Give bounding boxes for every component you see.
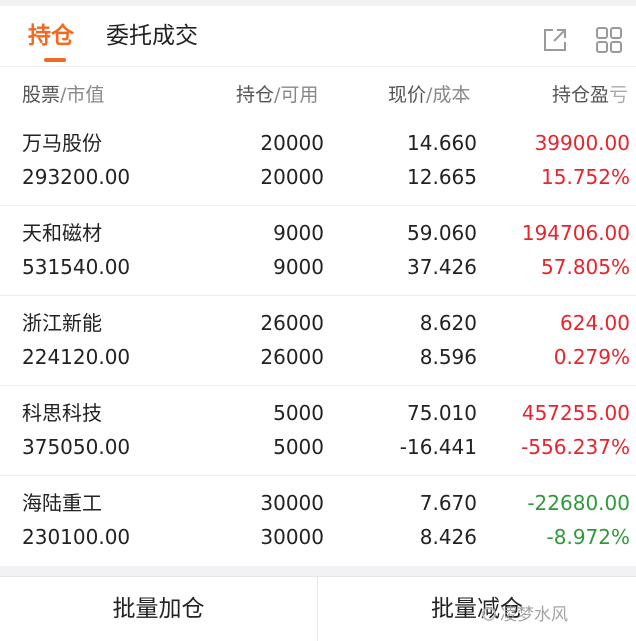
- available-qty: 20000: [260, 165, 324, 189]
- current-price: 59.060: [407, 221, 477, 245]
- pnl-percent: 0.279%: [553, 345, 630, 369]
- column-header: 股票/市值 持仓/可用 现价/成本 持仓盈亏: [0, 66, 636, 116]
- pnl-percent: -8.972%: [546, 525, 630, 549]
- position-qty: 20000: [260, 131, 324, 155]
- pnl-amount: -22680.00: [527, 491, 630, 515]
- holding-row[interactable]: 浙江新能 224120.00 26000 26000 8.620 8.596 6…: [0, 296, 636, 386]
- market-value: 230100.00: [22, 525, 131, 549]
- cost-price: 8.426: [419, 525, 477, 549]
- position-qty: 5000: [273, 401, 324, 425]
- available-qty: 26000: [260, 345, 324, 369]
- market-value: 531540.00: [22, 255, 131, 279]
- cost-price: 37.426: [407, 255, 477, 279]
- pnl-amount: 39900.00: [534, 131, 630, 155]
- available-qty: 30000: [260, 525, 324, 549]
- cost-price: -16.441: [399, 435, 477, 459]
- current-price: 75.010: [407, 401, 477, 425]
- holding-row[interactable]: 天和磁材 531540.00 9000 9000 59.060 37.426 1…: [0, 206, 636, 296]
- pnl-percent: 15.752%: [541, 165, 630, 189]
- tab-active-indicator: [44, 58, 66, 62]
- stock-name: 海陆重工: [22, 491, 102, 515]
- pnl-amount: 457255.00: [521, 401, 630, 425]
- available-qty: 5000: [273, 435, 324, 459]
- col-qty-header[interactable]: 持仓/可用: [236, 80, 318, 107]
- grid-apps-icon[interactable]: [594, 25, 624, 55]
- stock-name: 浙江新能: [22, 311, 102, 335]
- pnl-amount: 624.00: [560, 311, 630, 335]
- stock-name: 科思科技: [22, 401, 102, 425]
- holdings-list: 万马股份 293200.00 20000 20000 14.660 12.665…: [0, 116, 636, 566]
- current-price: 7.670: [419, 491, 477, 515]
- market-value: 375050.00: [22, 435, 131, 459]
- cost-price: 8.596: [419, 345, 477, 369]
- position-qty: 26000: [260, 311, 324, 335]
- current-price: 14.660: [407, 131, 477, 155]
- holding-row[interactable]: 海陆重工 230100.00 30000 30000 7.670 8.426 -…: [0, 476, 636, 566]
- position-qty: 30000: [260, 491, 324, 515]
- watermark: 凌梦水风: [482, 600, 568, 625]
- position-qty: 9000: [273, 221, 324, 245]
- watermark-logo-icon: [482, 607, 496, 621]
- header-bar: 持仓 委托成交: [0, 0, 636, 66]
- current-price: 8.620: [419, 311, 477, 335]
- cost-price: 12.665: [407, 165, 477, 189]
- pnl-amount: 194706.00: [521, 221, 630, 245]
- batch-reduce-button[interactable]: 批量减仓: [318, 577, 636, 641]
- market-value: 293200.00: [22, 165, 131, 189]
- available-qty: 9000: [273, 255, 324, 279]
- col-stock-header[interactable]: 股票/市值: [22, 80, 104, 107]
- market-value: 224120.00: [22, 345, 131, 369]
- batch-add-button[interactable]: 批量加仓: [0, 577, 318, 641]
- pnl-percent: 57.805%: [541, 255, 630, 279]
- tab-orders-trades[interactable]: 委托成交: [106, 18, 198, 54]
- tab-holdings[interactable]: 持仓: [28, 18, 74, 54]
- holding-row[interactable]: 科思科技 375050.00 5000 5000 75.010 -16.441 …: [0, 386, 636, 476]
- col-pnl-header[interactable]: 持仓盈亏: [552, 80, 636, 107]
- stock-name: 万马股份: [22, 131, 102, 155]
- share-external-icon[interactable]: [540, 25, 570, 55]
- pnl-percent: -556.237%: [521, 435, 630, 459]
- stock-name: 天和磁材: [22, 221, 102, 245]
- col-price-header[interactable]: 现价/成本: [388, 80, 470, 107]
- holding-row[interactable]: 万马股份 293200.00 20000 20000 14.660 12.665…: [0, 116, 636, 206]
